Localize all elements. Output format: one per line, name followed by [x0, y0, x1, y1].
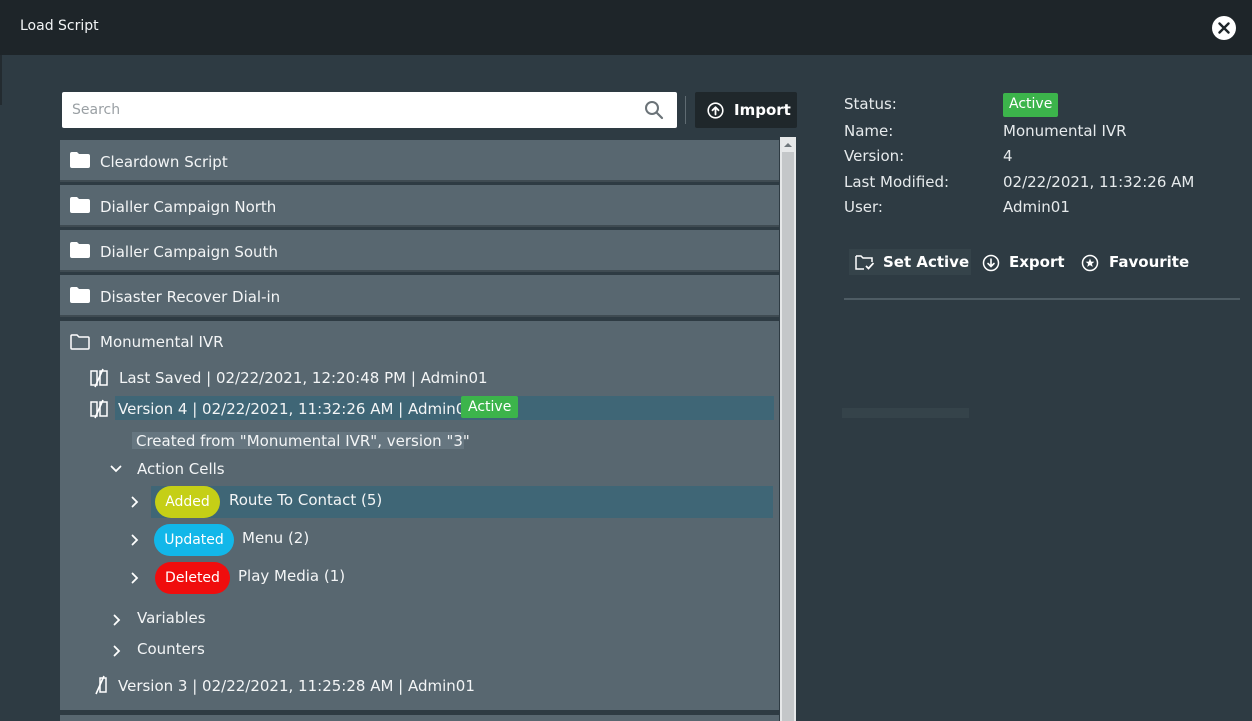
dialog-edge	[0, 55, 2, 105]
folder-row-dialler-north[interactable]: Dialler Campaign North	[60, 185, 779, 227]
scrollbar-thumb[interactable]	[782, 152, 794, 721]
set-active-button[interactable]: Set Active	[849, 249, 971, 275]
user-value: Admin01	[1003, 198, 1070, 216]
last-modified-label: Last Modified:	[844, 173, 950, 191]
script-version-icon	[95, 675, 107, 695]
action-cells-node[interactable]: Action Cells	[137, 460, 225, 478]
title-bar: Load Script	[0, 0, 1252, 55]
folder-check-icon	[855, 255, 875, 270]
chevron-right-icon[interactable]	[111, 645, 123, 657]
version-label: Version:	[844, 147, 905, 165]
upload-circle-icon	[707, 102, 724, 119]
details-divider	[844, 298, 1240, 300]
close-icon	[1218, 22, 1230, 34]
folder-label: Dialler Campaign South	[100, 243, 278, 261]
folder-icon	[70, 242, 90, 258]
chevron-right-icon[interactable]	[129, 534, 141, 546]
last-saved-row[interactable]: Last Saved | 02/22/2021, 12:20:48 PM | A…	[119, 369, 488, 387]
variables-node[interactable]: Variables	[137, 609, 206, 627]
folder-title[interactable]: Monumental IVR	[100, 333, 224, 351]
status-label: Status:	[844, 95, 897, 113]
import-button[interactable]: Import	[695, 92, 797, 128]
search-icon[interactable]	[644, 100, 664, 120]
deleted-badge: Deleted	[155, 562, 230, 594]
chevron-right-icon[interactable]	[129, 496, 141, 508]
version-value: 4	[1003, 147, 1013, 165]
older-version-row[interactable]: Version 3 | 02/22/2021, 11:25:28 AM | Ad…	[118, 677, 475, 695]
folder-icon	[70, 152, 90, 168]
import-label: Import	[734, 101, 791, 119]
action-cell-label: Route To Contact (5)	[229, 491, 383, 509]
set-active-label: Set Active	[883, 253, 970, 271]
chevron-down-icon[interactable]	[110, 463, 122, 475]
folder-row-dialler-south[interactable]: Dialler Campaign South	[60, 230, 779, 272]
download-circle-icon	[982, 254, 1000, 272]
export-button[interactable]: Export	[982, 249, 1067, 275]
close-button[interactable]	[1212, 16, 1236, 40]
folder-label: Cleardown Script	[100, 153, 228, 171]
chevron-right-icon[interactable]	[111, 614, 123, 626]
search-box[interactable]	[62, 92, 677, 128]
version-note: Created from "Monumental IVR", version "…	[136, 432, 470, 450]
added-badge: Added	[155, 486, 220, 518]
last-modified-value: 02/22/2021, 11:32:26 AM	[1003, 173, 1195, 191]
user-label: User:	[844, 198, 883, 216]
name-label: Name:	[844, 122, 894, 140]
folder-icon	[70, 197, 90, 213]
script-version-icon	[90, 368, 108, 388]
script-tree: Cleardown Script Dialler Campaign North …	[60, 140, 780, 721]
toolbar-separator	[685, 96, 686, 124]
name-value: Monumental IVR	[1003, 122, 1127, 140]
loading-placeholder	[842, 408, 969, 418]
expanded-folder-monumental-ivr: Monumental IVR Last Saved | 02/22/2021, …	[60, 321, 779, 710]
updated-badge: Updated	[154, 524, 234, 556]
folder-open-icon	[70, 334, 90, 350]
counters-node[interactable]: Counters	[137, 640, 205, 658]
star-circle-icon	[1081, 254, 1099, 272]
action-cell-label[interactable]: Play Media (1)	[238, 567, 345, 585]
folder-row-disaster-recover[interactable]: Disaster Recover Dial-in	[60, 275, 779, 317]
favourite-button[interactable]: Favourite	[1081, 249, 1191, 275]
selected-version-label: Version 4 | 02/22/2021, 11:32:26 AM | Ad…	[118, 400, 475, 418]
folder-label: Dialler Campaign North	[100, 198, 277, 216]
scroll-up-arrow-icon[interactable]	[783, 140, 793, 150]
window-title: Load Script	[20, 18, 99, 34]
search-input[interactable]	[62, 92, 632, 128]
action-cell-label[interactable]: Menu (2)	[242, 529, 309, 547]
folder-icon	[70, 287, 90, 303]
chevron-right-icon[interactable]	[129, 572, 141, 584]
next-folder-row-edge	[60, 715, 779, 721]
status-badge: Active	[1003, 93, 1059, 117]
folder-row-cleardown[interactable]: Cleardown Script	[60, 140, 779, 182]
favourite-label: Favourite	[1109, 253, 1190, 271]
active-badge: Active	[461, 396, 519, 418]
export-label: Export	[1009, 253, 1065, 271]
folder-label: Disaster Recover Dial-in	[100, 288, 281, 306]
script-version-icon	[90, 399, 108, 419]
